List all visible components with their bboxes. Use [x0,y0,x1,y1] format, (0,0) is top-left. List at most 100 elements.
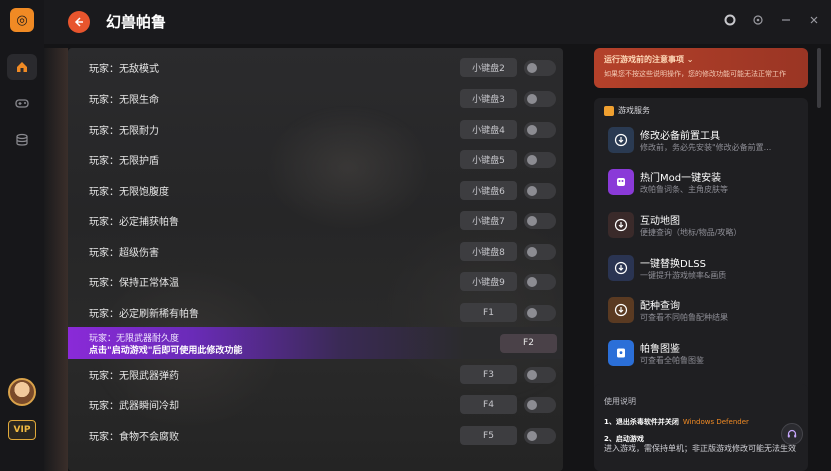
cheat-label: 玩家：武器瞬间冷却 [89,401,179,412]
cheat-toggle[interactable] [524,304,556,321]
service-item[interactable]: 帕鲁图鉴 可查看全帕鲁图鉴 [608,339,798,371]
cheat-row: 玩家：武器瞬间冷却 F4 [68,389,563,420]
nav-home-button[interactable] [7,54,37,80]
service-item[interactable]: 一键替换DLSS 一键提升游戏帧率&画质 [608,254,798,286]
cheat-label: 玩家：无限饱腹度 [89,187,169,198]
download-icon [608,127,634,153]
cheat-hint: 点击"启动游戏"后即可使用此修改功能 [89,346,243,356]
services-header: 游戏服务 [604,105,650,116]
service-item[interactable]: 配种查询 可查看不同帕鲁配种结果 [608,296,798,328]
hotkey-button[interactable]: 小键盘5 [460,150,517,169]
cheat-label: 玩家：无限护盾 [89,156,159,167]
cheat-label: 玩家：食物不会腐败 [89,432,179,443]
title-bar: 幻兽帕鲁 [44,0,831,44]
nav-storage-button[interactable] [7,127,37,153]
close-icon[interactable] [807,13,821,27]
app-logo[interactable]: ◎ [10,8,34,32]
guide-step-2-desc: 进入游戏，需保持单机；非正版游戏修改可能无法生效 [604,444,796,453]
service-name: 互动地图 [640,216,680,227]
cheat-row: 玩家：无敌模式 小键盘2 [68,52,563,83]
hotkey-button[interactable]: 小键盘2 [460,58,517,77]
cheat-label: 玩家：必定刷新稀有帕鲁 [89,309,199,320]
hotkey-button[interactable]: 小键盘3 [460,89,517,108]
service-name: 一键替换DLSS [640,259,706,270]
cheat-row: 玩家：无限生命 小键盘3 [68,83,563,114]
cheat-toggle[interactable] [524,121,556,138]
cheat-toggle[interactable] [524,212,556,229]
service-desc: 可查看不同帕鲁配种结果 [640,313,728,322]
service-item[interactable]: 热门Mod一键安装 改帕鲁词条、主角皮肤等 [608,168,798,200]
hotkey-button[interactable]: F5 [460,426,517,445]
chevron-down-icon: ⌄ [686,55,694,64]
service-desc: 一键提升游戏帧率&画质 [640,271,727,280]
game-services: 游戏服务 修改必备前置工具 修改前，务必先安装"修改必备前置... 热门Mod一… [594,98,808,420]
cheat-toggle[interactable] [524,396,556,413]
hotkey-button[interactable]: F3 [460,365,517,384]
cheat-toggle[interactable] [524,90,556,107]
hotkey-button[interactable]: 小键盘9 [460,272,517,291]
cheat-toggle[interactable] [524,427,556,444]
cheat-label: 玩家：无限武器弹药 [89,371,179,382]
left-rail: ◎ VIP [0,0,44,471]
service-name: 配种查询 [640,301,680,312]
service-name: 帕鲁图鉴 [640,344,680,355]
user-avatar[interactable] [8,378,36,406]
window-controls [723,13,821,27]
guide-header: 使用说明 [604,397,636,406]
hotkey-button[interactable]: 小键盘4 [460,120,517,139]
cheat-toggle[interactable] [524,366,556,383]
service-desc: 修改前，务必先安装"修改必备前置... [640,143,772,152]
nav-games-button[interactable] [7,90,37,116]
vip-badge[interactable]: VIP [8,420,36,440]
database-icon [16,133,28,146]
map-icon [608,212,634,238]
book-icon [608,340,634,366]
cheat-toggle[interactable] [524,273,556,290]
box-icon [604,105,614,116]
cheat-label: 玩家：无限耐力 [89,126,159,137]
service-name: 修改必备前置工具 [640,131,720,142]
right-scrollbar[interactable] [817,48,821,108]
guide-step-2: 2、启动游戏 [604,435,644,443]
cheat-row: 玩家：保持正常体温 小键盘9 [68,266,563,297]
service-desc: 可查看全帕鲁图鉴 [640,356,704,365]
cheat-toggle[interactable] [524,59,556,76]
hotkey-button[interactable]: 小键盘6 [460,181,517,200]
dlss-icon [608,255,634,281]
support-button[interactable] [781,423,803,445]
cheat-toggle[interactable] [524,243,556,260]
cheat-label: 玩家：无限生命 [89,95,159,106]
guide-step-1: 1、退出杀毒软件并关闭 Windows Defender [604,418,749,426]
cheat-toggle[interactable] [524,151,556,168]
hotkey-button[interactable]: F2 [500,333,557,353]
cheat-row: 玩家：无限护盾 小键盘5 [68,144,563,175]
home-icon [17,62,27,72]
hotkey-button[interactable]: 小键盘7 [460,211,517,230]
record-icon[interactable] [723,13,737,27]
service-item[interactable]: 互动地图 便捷查询（地标/物品/攻略） [608,211,798,243]
cheat-label: 玩家：必定捕获帕鲁 [89,217,179,228]
cheat-row: 玩家：无限武器弹药 F3 [68,359,563,390]
service-desc: 改帕鲁词条、主角皮肤等 [640,185,728,194]
cheat-list: 玩家：无敌模式 小键盘2 玩家：无限生命 小键盘3 玩家：无限耐力 小键盘4 玩… [68,48,563,471]
hotkey-button[interactable]: 小键盘8 [460,242,517,261]
guide-highlight: Windows Defender [682,418,749,426]
minimize-icon[interactable] [779,13,793,27]
back-button[interactable] [68,11,90,33]
mod-icon [608,169,634,195]
cheat-row: 玩家：无限耐力 小键盘4 [68,114,563,145]
service-item[interactable]: 修改必备前置工具 修改前，务必先安装"修改必备前置... [608,126,798,158]
service-name: 热门Mod一键安装 [640,173,722,184]
hotkey-button[interactable]: F4 [460,395,517,414]
cheat-toggle[interactable] [524,182,556,199]
breed-icon [608,297,634,323]
gamepad-icon [15,99,29,108]
app-window: ◎ VIP 幻兽帕鲁 玩家：无敌模式 小键盘2 玩家：无限生命 小键盘3 玩家：… [0,0,831,471]
service-desc: 便捷查询（地标/物品/攻略） [640,228,742,237]
notice-banner[interactable]: 运行游戏前的注意事项 ⌄ 如果您不按这些说明操作，您的修改功能可能无法正常工作 [594,48,808,88]
arrow-left-icon [74,17,83,27]
settings-icon[interactable] [751,13,765,27]
cheat-row-locked[interactable]: 玩家：无限武器耐久度 点击"启动游戏"后即可使用此修改功能 F2 [68,327,563,359]
hotkey-button[interactable]: F1 [460,303,517,322]
cheat-label: 玩家：超级伤害 [89,248,159,259]
